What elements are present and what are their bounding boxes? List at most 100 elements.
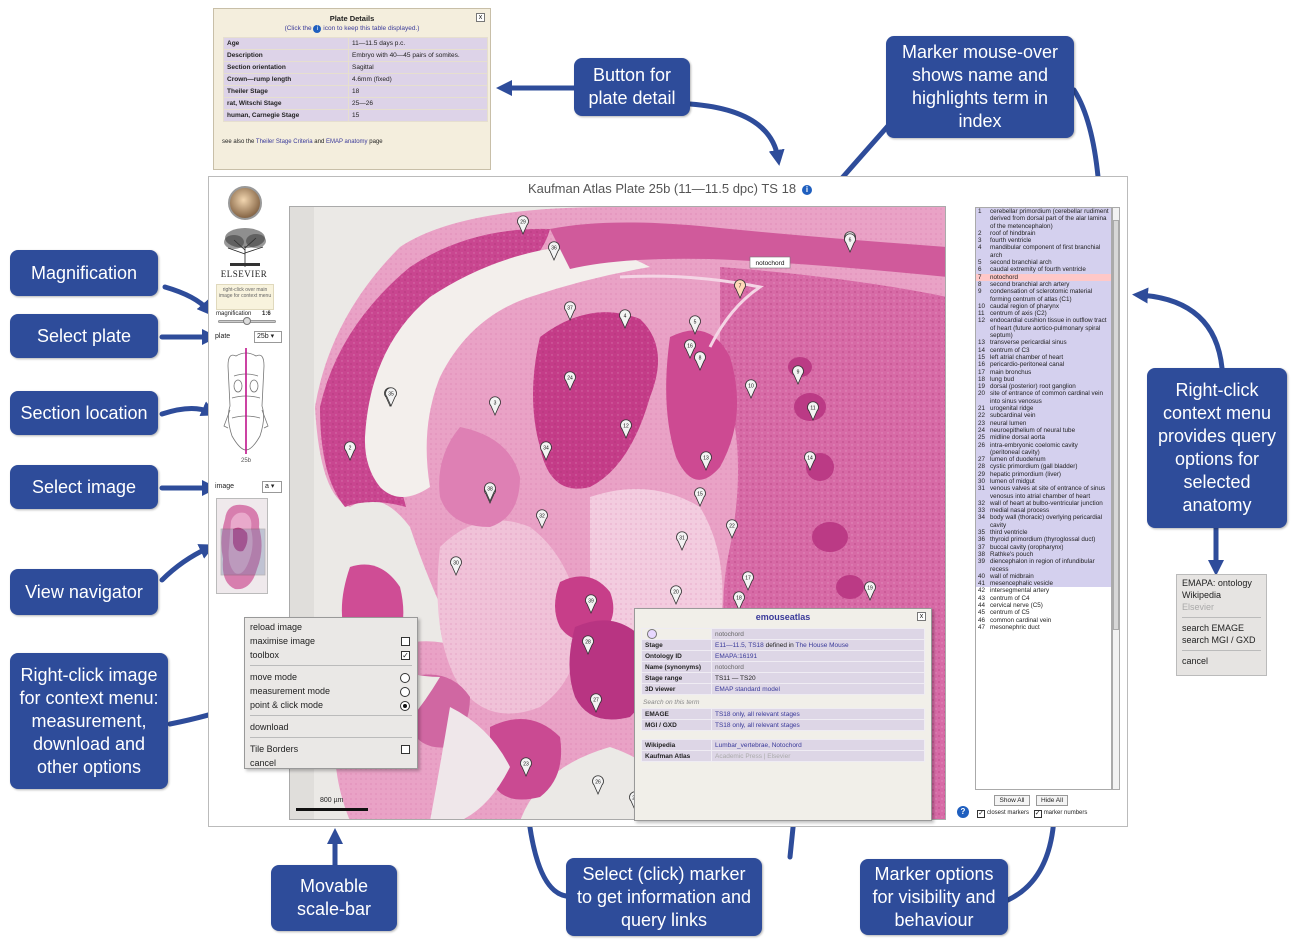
term-index-item[interactable]: 17 main bronchus xyxy=(976,368,1111,376)
term-index-item[interactable]: 43 centrum of C4 xyxy=(976,595,1111,602)
menu-separator xyxy=(1182,617,1261,618)
term-index-item[interactable]: 34 body wall (thoracic) overlying pericar… xyxy=(976,514,1111,530)
term-index-item[interactable]: 15 left atrial chamber of heart xyxy=(976,353,1111,362)
house-mouse-link[interactable]: The House Mouse xyxy=(796,642,849,649)
term-index-item[interactable]: 18 lung bud xyxy=(976,375,1111,384)
kaufman-link[interactable]: Academic Press | Elsevier xyxy=(711,750,925,762)
plate-detail-value: 18 xyxy=(348,85,488,98)
toolbox-checkbox[interactable]: ✓ xyxy=(401,651,410,660)
section-location-diagram[interactable]: 25b xyxy=(216,346,276,464)
menu-item-reload-image[interactable]: reload image xyxy=(250,620,412,634)
navigator-viewport[interactable] xyxy=(220,528,266,576)
emage-all-stages-link[interactable]: all relevant stages xyxy=(747,711,799,718)
menu-item-download[interactable]: download xyxy=(250,720,412,734)
menu-item-maximise-image[interactable]: maximise image xyxy=(250,634,412,648)
term-index-item[interactable]: 19 dorsal (posterior) root ganglion xyxy=(976,383,1111,391)
term-index-item[interactable]: 2 roof of hindbrain xyxy=(976,229,1111,238)
image-select[interactable]: a ▾ xyxy=(262,481,282,493)
show-all-button[interactable]: Show All xyxy=(994,795,1030,806)
viewer-link[interactable]: EMAP standard model xyxy=(711,683,925,695)
help-icon[interactable]: ? xyxy=(957,806,969,818)
plate-info-icon[interactable]: i xyxy=(802,185,813,195)
term-index-item[interactable]: 24 neuroepithelium of neural tube xyxy=(976,426,1111,435)
term-index-item[interactable]: 47 mesonephric duct xyxy=(976,624,1111,631)
menu-item-tile-borders[interactable]: Tile Borders xyxy=(250,742,412,756)
term-index-item[interactable]: 27 lumen of duodenum xyxy=(976,456,1111,464)
plate-select[interactable]: 25b ▾ xyxy=(254,331,282,343)
term-index-item[interactable]: 38 Rathke's pouch xyxy=(976,550,1111,559)
term-index-item[interactable]: 23 neural lumen xyxy=(976,419,1111,427)
term-index-item[interactable]: 35 third ventricle xyxy=(976,529,1111,537)
marker-numbers-checkbox[interactable]: ✓ xyxy=(1033,810,1042,818)
term-index-item[interactable]: 13 transverse pericardial sinus xyxy=(976,339,1111,347)
scrollbar-thumb[interactable] xyxy=(1113,220,1119,630)
term-index-item[interactable]: 11 centrum of axis (C2) xyxy=(976,310,1111,318)
term-index-item[interactable]: 45 centrum of C5 xyxy=(976,609,1111,616)
term-index-item[interactable]: 28 cystic primordium (gall bladder) xyxy=(976,463,1111,471)
term-index-item[interactable]: 3 fourth ventricle xyxy=(976,237,1111,245)
term-index-item[interactable]: 30 lumen of midgut xyxy=(976,477,1111,486)
menu-item-toolbox[interactable]: toolbox ✓ xyxy=(250,648,412,662)
scale-bar[interactable] xyxy=(296,808,368,811)
menu-item-measurement-mode[interactable]: measurement mode xyxy=(250,684,412,698)
term-index-item[interactable]: 21 urogenital ridge xyxy=(976,405,1111,413)
term-index-item[interactable]: 40 wall of midbrain xyxy=(976,572,1111,581)
emage-ts18-link[interactable]: TS18 only, xyxy=(715,711,746,718)
menu-item-emapa-ontology[interactable]: EMAPA: ontology xyxy=(1182,577,1261,589)
term-index-item[interactable]: 16 pericardio-peritoneal canal xyxy=(976,361,1111,369)
mgi-ts18-link[interactable]: TS18 only, xyxy=(715,722,746,729)
tile-borders-checkbox[interactable] xyxy=(401,745,410,754)
term-index-item[interactable]: 6 caudal extremity of fourth ventricle xyxy=(976,266,1111,274)
term-index-item[interactable]: 37 buccal cavity (oropharynx) xyxy=(976,543,1111,551)
emap-anatomy-link[interactable]: EMAP anatomy xyxy=(326,139,368,145)
term-index-item[interactable]: 4 mandibular component of first branchial… xyxy=(976,244,1111,260)
term-index-item[interactable]: 10 caudal region of pharynx xyxy=(976,302,1111,311)
term-index-item[interactable]: 9 condensation of sclerotomic material fo… xyxy=(976,288,1111,303)
emouse-close-button[interactable]: x xyxy=(917,612,926,621)
measurement-mode-radio[interactable] xyxy=(400,687,410,697)
maximise-checkbox[interactable] xyxy=(401,637,410,646)
mgi-all-stages-link[interactable]: all relevant stages xyxy=(747,722,799,729)
term-index-item[interactable]: 22 subcardinal vein xyxy=(976,412,1111,420)
menu-item-point-click-mode[interactable]: point & click mode xyxy=(250,698,412,712)
term-index-item[interactable]: 12 endocardial cushion tissue in outflow … xyxy=(976,317,1111,340)
term-index-item[interactable]: 44 cervical nerve (C5) xyxy=(976,602,1111,609)
term-index-item[interactable]: 1 cerebellar primordium (cerebellar rudim… xyxy=(976,208,1111,230)
plate-details-close-button[interactable]: x xyxy=(476,13,485,22)
term-index-item[interactable]: 7 notochord xyxy=(976,273,1111,281)
menu-item-search-mgi[interactable]: search MGI / GXD xyxy=(1182,634,1261,646)
move-mode-radio[interactable] xyxy=(400,673,410,683)
hide-all-button[interactable]: Hide All xyxy=(1036,795,1068,806)
menu-item-move-mode[interactable]: move mode xyxy=(250,670,412,684)
term-index-item[interactable]: 32 wall of heart at bulbo-ventricular jun… xyxy=(976,499,1111,508)
point-click-mode-radio[interactable] xyxy=(400,701,410,711)
menu-item-wikipedia[interactable]: Wikipedia xyxy=(1182,589,1261,601)
term-index-item[interactable]: 14 centrum of C3 xyxy=(976,346,1111,354)
term-index-item[interactable]: 26 intra-embryonic coelomic cavity (perit… xyxy=(976,441,1111,457)
term-index-item[interactable]: 39 diencephalon in region of infundibular… xyxy=(976,558,1111,573)
term-index-item[interactable]: 42 intersegmental artery xyxy=(976,587,1111,594)
term-index-item[interactable]: 5 second branchial arch xyxy=(976,259,1111,267)
term-index-scrollbar[interactable] xyxy=(1112,207,1120,790)
term-index-item[interactable]: 33 medial nasal process xyxy=(976,507,1111,515)
menu-item-cancel[interactable]: cancel xyxy=(1182,655,1261,667)
theiler-criteria-link[interactable]: Theiler Stage Criteria xyxy=(256,139,313,145)
term-index-item[interactable]: 20 site of entrance of common cardinal ve… xyxy=(976,390,1111,406)
info-icon[interactable]: i xyxy=(313,25,322,33)
plate-detail-value: 25—26 xyxy=(348,97,488,110)
stage-link[interactable]: E11—11.5, TS18 xyxy=(715,642,764,649)
term-index-item[interactable]: 46 common cardinal vein xyxy=(976,617,1111,624)
magnification-slider-handle[interactable] xyxy=(243,317,251,325)
ontology-link[interactable]: EMAPA:16191 xyxy=(711,650,925,662)
closest-markers-checkbox[interactable]: ✓ xyxy=(977,810,985,818)
term-index-item[interactable]: 25 midline dorsal aorta xyxy=(976,434,1111,442)
term-index-item[interactable]: 41 mesencephalic vesicle xyxy=(976,580,1111,588)
wikipedia-link[interactable]: Lumbar_vertebrae, Notochord xyxy=(711,739,925,751)
menu-item-search-emage[interactable]: search EMAGE xyxy=(1182,622,1261,634)
view-navigator[interactable] xyxy=(216,498,268,594)
menu-item-cancel[interactable]: cancel xyxy=(250,756,412,770)
term-index-item[interactable]: 31 venous valves at site of entrance of s… xyxy=(976,485,1111,500)
term-index-item[interactable]: 29 hepatic primordium (liver) xyxy=(976,470,1111,478)
term-index-item[interactable]: 36 thyroid primordium (thyroglossal duct) xyxy=(976,536,1111,544)
term-index-item[interactable]: 8 second branchial arch artery xyxy=(976,280,1111,289)
